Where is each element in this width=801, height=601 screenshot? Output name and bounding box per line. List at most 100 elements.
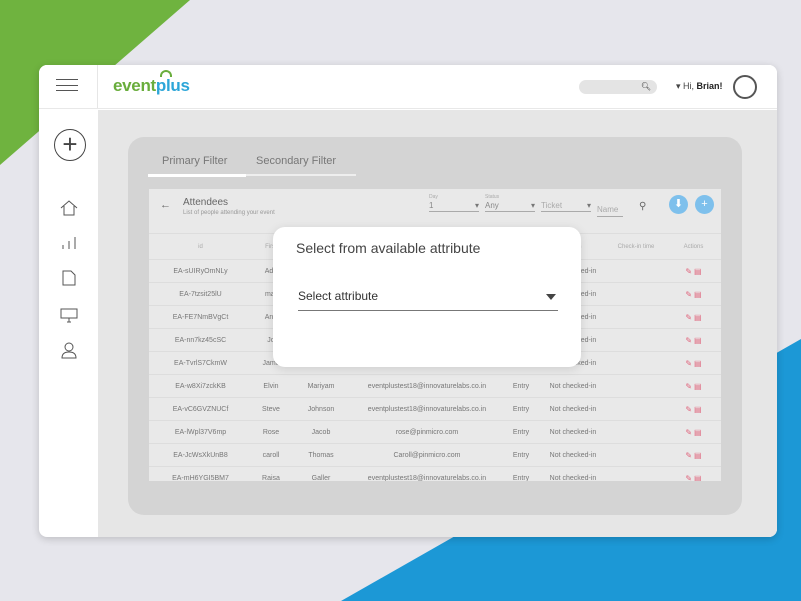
monitor-icon[interactable]	[59, 305, 79, 325]
download-icon: ⬇	[673, 198, 684, 210]
trash-icon[interactable]: ▤	[694, 313, 702, 322]
tab-secondary-filter[interactable]: Secondary Filter	[256, 155, 336, 167]
trash-icon[interactable]: ▤	[694, 359, 702, 368]
attribute-modal: Select from available attribute Select a…	[273, 227, 581, 367]
trash-icon[interactable]: ▤	[694, 474, 702, 481]
table-row[interactable]: EA-vC6GVZNUCf Steve Johnson eventplustest18…	[149, 397, 721, 421]
cell-actions: ✎ ▤	[666, 282, 721, 306]
edit-pencil-icon[interactable]: ✎	[685, 428, 692, 437]
cell-last: Galler	[290, 466, 352, 481]
add-attendee-button[interactable]: +	[695, 195, 714, 214]
edit-pencil-icon[interactable]: ✎	[685, 382, 692, 391]
cell-first: Steve	[252, 397, 290, 421]
search-icon[interactable]: 🔍︎	[641, 82, 651, 91]
status-filter[interactable]: Status Any	[485, 194, 535, 216]
attribute-select-label: Select attribute	[298, 289, 379, 303]
signal-icon	[160, 70, 172, 77]
edit-pencil-icon[interactable]: ✎	[685, 290, 692, 299]
table-row[interactable]: EA-w8Xi7zckKB Elvin Mariyam eventplustest18…	[149, 374, 721, 398]
cell-actions: ✎ ▤	[666, 351, 721, 375]
trash-icon[interactable]: ▤	[694, 290, 702, 299]
edit-pencil-icon[interactable]: ✎	[685, 405, 692, 414]
bar-chart-icon[interactable]	[59, 232, 79, 252]
cell-id: EA-FE7NmBVgCt	[149, 305, 252, 329]
cell-id: EA-vC6GVZNUCf	[149, 397, 252, 421]
cell-email: Caroll@pinmicro.com	[352, 443, 502, 467]
cell-checkin	[606, 328, 666, 352]
cell-type: Entry	[502, 374, 540, 398]
cell-actions: ✎ ▤	[666, 443, 721, 467]
cell-id: EA-7tzsit25lU	[149, 282, 252, 306]
cell-status: Not checked-in	[540, 443, 606, 467]
download-button[interactable]: ⬇	[669, 195, 688, 214]
ticket-filter[interactable]: Ticket	[541, 194, 591, 216]
cell-first: caroll	[252, 443, 290, 467]
tab-primary-filter[interactable]: Primary Filter	[162, 155, 227, 167]
trash-icon[interactable]: ▤	[694, 382, 702, 391]
back-arrow-icon[interactable]: ←	[160, 199, 171, 211]
cell-id: EA-JcWsXkUnB8	[149, 443, 252, 467]
edit-pencil-icon[interactable]: ✎	[685, 336, 692, 345]
search-icon[interactable]: ⚲	[639, 201, 646, 212]
user-greeting[interactable]: ▾ Hi, Brian!	[676, 81, 723, 92]
trash-icon[interactable]: ▤	[694, 428, 702, 437]
attendees-title: Attendees	[183, 197, 229, 208]
cell-actions: ✎ ▤	[666, 259, 721, 283]
cell-id: EA-TvrlS7CkmW	[149, 351, 252, 375]
cell-first: Rose	[252, 420, 290, 444]
cell-last: Thomas	[290, 443, 352, 467]
day-filter[interactable]: Day 1	[429, 194, 479, 216]
cell-type: Entry	[502, 420, 540, 444]
filter-tabs: Primary Filter Secondary Filter	[148, 152, 356, 177]
column-header: Actions	[666, 233, 721, 260]
top-bar: eventplus 🔍︎ ▾ Hi, Brian!	[39, 65, 777, 109]
cell-id: EA-lWpl37V6mp	[149, 420, 252, 444]
avatar[interactable]	[733, 75, 757, 99]
edit-pencil-icon[interactable]: ✎	[685, 474, 692, 481]
trash-icon[interactable]: ▤	[694, 405, 702, 414]
cell-type: Entry	[502, 443, 540, 467]
edit-pencil-icon[interactable]: ✎	[685, 267, 692, 276]
eventplus-logo: eventplus	[113, 70, 190, 96]
cell-checkin	[606, 466, 666, 481]
attendees-subtitle: List of people attending your event	[183, 210, 275, 216]
column-header: Check-in time	[606, 233, 666, 260]
name-filter[interactable]: Name	[597, 205, 623, 217]
cell-status: Not checked-in	[540, 397, 606, 421]
chevron-down-icon[interactable]	[546, 294, 556, 300]
trash-icon[interactable]: ▤	[694, 336, 702, 345]
cell-email: eventplustest18@innovaturelabs.co.in	[352, 466, 502, 481]
cell-status: Not checked-in	[540, 420, 606, 444]
cell-checkin	[606, 259, 666, 283]
modal-title: Select from available attribute	[296, 240, 481, 256]
table-row[interactable]: EA-JcWsXkUnB8 caroll Thomas Caroll@pinmicro…	[149, 443, 721, 467]
user-icon[interactable]	[59, 340, 79, 360]
edit-pencil-icon[interactable]: ✎	[685, 451, 692, 460]
search-input[interactable]: 🔍︎	[579, 80, 657, 94]
cell-email: eventplustest18@innovaturelabs.co.in	[352, 397, 502, 421]
trash-icon[interactable]: ▤	[694, 451, 702, 460]
cell-checkin	[606, 374, 666, 398]
edit-pencil-icon[interactable]: ✎	[685, 359, 692, 368]
table-row[interactable]: EA-mH6YGI5BM7 Raisa Galler eventplustest18@…	[149, 466, 721, 481]
home-icon[interactable]	[59, 198, 79, 218]
trash-icon[interactable]: ▤	[694, 267, 702, 276]
edit-pencil-icon[interactable]: ✎	[685, 313, 692, 322]
cell-email: rose@pinmicro.com	[352, 420, 502, 444]
cell-checkin	[606, 351, 666, 375]
cell-last: Jacob	[290, 420, 352, 444]
cell-id: EA-w8Xi7zckKB	[149, 374, 252, 398]
cell-id: EA-mH6YGI5BM7	[149, 466, 252, 481]
cell-actions: ✎ ▤	[666, 305, 721, 329]
hamburger-menu-icon[interactable]	[56, 79, 78, 91]
table-row[interactable]: EA-lWpl37V6mp Rose Jacob rose@pinmicro.com E…	[149, 420, 721, 444]
cell-actions: ✎ ▤	[666, 466, 721, 481]
document-icon[interactable]	[59, 268, 79, 288]
cell-checkin	[606, 420, 666, 444]
cell-checkin	[606, 443, 666, 467]
cell-actions: ✎ ▤	[666, 420, 721, 444]
cell-type: Entry	[502, 466, 540, 481]
attribute-select[interactable]: Select attribute	[298, 289, 558, 311]
cell-checkin	[606, 397, 666, 421]
add-circle-icon[interactable]: +	[54, 129, 86, 161]
